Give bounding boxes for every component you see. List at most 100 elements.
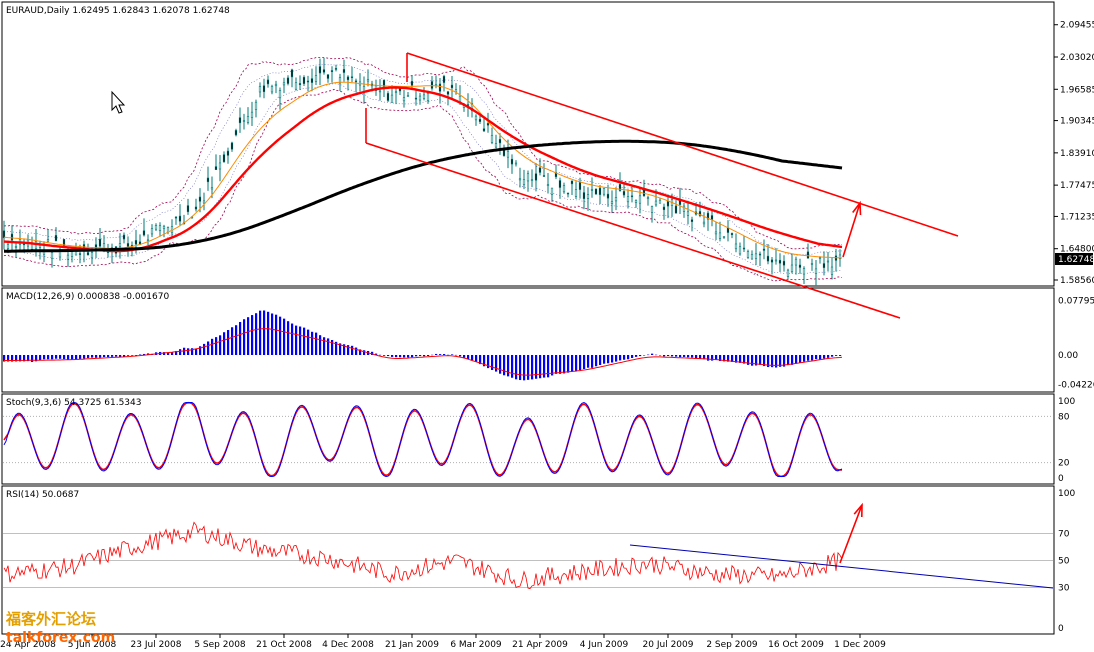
candle-body (734, 243, 738, 250)
macd-histogram-bar (211, 338, 214, 355)
macd-histogram-bar (499, 355, 502, 374)
candle-body (278, 90, 282, 99)
macd-y-tick-label: 0.077955 (1058, 296, 1094, 306)
macd-histogram-bar (519, 355, 522, 381)
rsi-y-tick-label: 70 (1058, 530, 1070, 540)
candle-body (510, 158, 514, 165)
macd-histogram-bar (51, 355, 54, 360)
macd-histogram-bar (683, 355, 686, 357)
candle-body (210, 187, 214, 190)
macd-histogram-bar (623, 355, 626, 360)
macd-histogram-bar (815, 355, 818, 360)
candle-body (234, 130, 238, 136)
candle-body (738, 246, 742, 255)
candle-body (302, 77, 306, 84)
candle-body (262, 85, 266, 93)
candle-body (530, 179, 534, 181)
macd-histogram-bar (203, 343, 206, 355)
candle-body (430, 81, 434, 89)
candle-body (314, 75, 318, 82)
candle-body (686, 211, 690, 216)
candle-body (770, 259, 774, 263)
macd-histogram-bar (407, 355, 410, 358)
macd-histogram-bar (695, 355, 698, 358)
candle-body (830, 266, 834, 275)
macd-histogram-bar (567, 355, 570, 373)
watermark-site: talkforex.com (6, 630, 115, 646)
candle-body (742, 247, 746, 250)
candle-body (62, 238, 66, 248)
x-tick-label: 6 Mar 2009 (450, 640, 502, 650)
stoch-y-tick-label: 0 (1058, 474, 1064, 484)
macd-histogram-bar (635, 355, 638, 357)
macd-histogram-bar (751, 355, 754, 366)
candle-body (214, 166, 218, 170)
candle-body (294, 82, 298, 90)
candle-body (722, 236, 726, 238)
macd-histogram-bar (379, 354, 382, 356)
candle-body (794, 258, 798, 266)
macd-histogram-bar (75, 355, 78, 360)
candle-body (662, 206, 666, 211)
candle-body (254, 101, 258, 110)
macd-histogram-bar (607, 355, 610, 364)
macd-histogram-bar (827, 355, 830, 358)
macd-histogram-bar (267, 311, 270, 355)
macd-histogram-bar (671, 355, 674, 357)
macd-histogram-bar (227, 330, 230, 355)
candle-body (690, 219, 694, 222)
candle-body (574, 189, 578, 197)
candle-body (566, 192, 570, 195)
macd-histogram-bar (587, 355, 590, 368)
macd-histogram-bar (579, 355, 582, 371)
candle-body (602, 187, 606, 195)
stoch-y-tick-label: 80 (1058, 412, 1070, 422)
x-tick-label: 21 Oct 2008 (256, 640, 312, 650)
candle-body (350, 76, 354, 79)
macd-histogram-bar (415, 355, 418, 357)
candle-body (122, 234, 126, 240)
macd-histogram-bar (707, 355, 710, 361)
candle-body (206, 177, 210, 183)
candle-body (174, 216, 178, 219)
candle-body (538, 167, 542, 173)
macd-histogram-bar (675, 355, 678, 357)
macd-histogram-bar (287, 321, 290, 355)
macd-histogram-bar (43, 355, 46, 360)
macd-histogram-bar (327, 338, 330, 355)
candle-body (450, 84, 454, 89)
macd-histogram-bar (611, 355, 614, 363)
candle-body (790, 264, 794, 273)
macd-histogram-bar (91, 355, 94, 358)
macd-histogram-bar (55, 355, 58, 359)
macd-histogram-bar (651, 353, 654, 355)
candle-body (590, 189, 594, 191)
macd-histogram-bar (687, 355, 690, 358)
x-tick-label: 21 Apr 2009 (512, 640, 568, 650)
candle-body (666, 201, 670, 207)
candle-body (822, 263, 826, 268)
candle-body (730, 233, 734, 236)
rsi-y-tick-label: 100 (1058, 489, 1075, 499)
macd-histogram-bar (311, 331, 314, 355)
x-tick-label: 16 Oct 2009 (768, 640, 824, 650)
candle-body (154, 225, 158, 230)
macd-histogram-bar (811, 355, 814, 361)
macd-histogram-bar (99, 355, 102, 358)
macd-histogram-bar (475, 355, 478, 362)
candle-body (478, 118, 482, 122)
macd-histogram-bar (583, 355, 586, 370)
candle-body (606, 193, 610, 199)
macd-histogram-bar (111, 355, 114, 357)
price-y-tick-label: 1.71235 (1060, 212, 1094, 222)
macd-histogram-bar (351, 345, 354, 355)
stoch-y-tick-label: 20 (1058, 459, 1070, 469)
macd-histogram-bar (263, 310, 266, 355)
macd-histogram-bar (627, 355, 630, 360)
candle-body (366, 79, 370, 82)
candle-body (198, 196, 202, 202)
candle-body (286, 77, 290, 84)
candle-body (438, 83, 442, 92)
macd-histogram-bar (631, 355, 634, 358)
current-price-label: 1.62748 (1058, 255, 1094, 265)
